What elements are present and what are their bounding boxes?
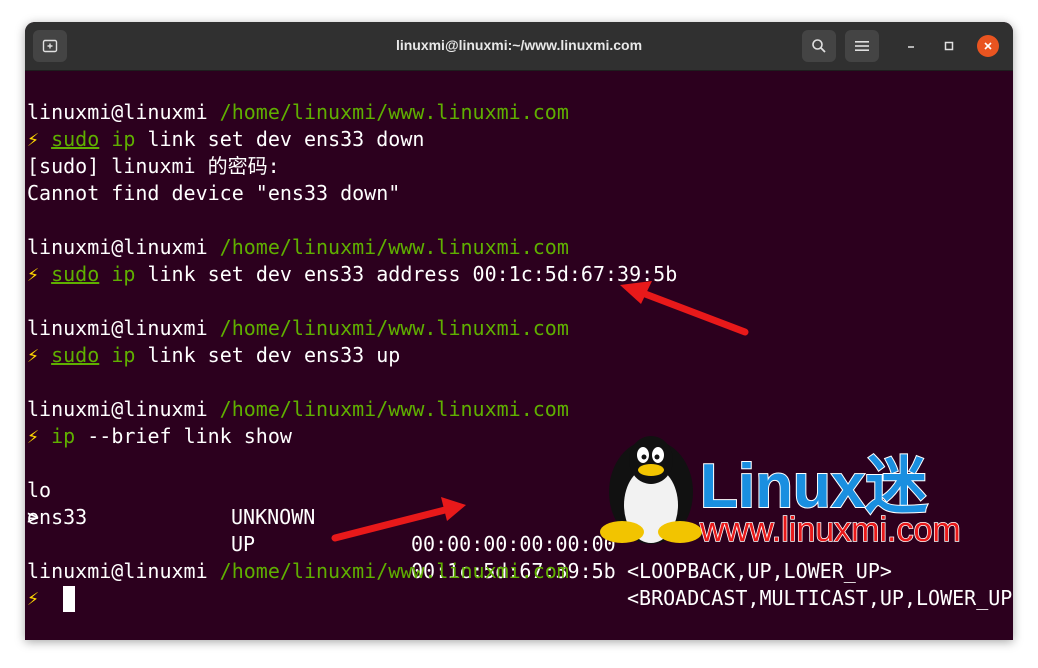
prompt-line: linuxmi@linuxmi /home/linuxmi/www.linuxm… <box>27 99 569 126</box>
lightning-icon: ⚡ <box>27 127 40 151</box>
close-icon <box>984 42 992 50</box>
text-cursor <box>63 586 75 612</box>
command-line: ⚡ sudo ip link set dev ens33 down <box>27 126 424 153</box>
minimize-button[interactable] <box>900 35 922 57</box>
prompt-path: /home/linuxmi/www.linuxmi.com <box>219 397 569 421</box>
command-line: ⚡ sudo ip link set dev ens33 up <box>27 342 400 369</box>
command-line: ⚡ ip --brief link show <box>27 423 292 450</box>
prompt-path: /home/linuxmi/www.linuxmi.com <box>219 559 569 583</box>
title-bar: linuxmi@linuxmi:~/www.linuxmi.com <box>25 22 1013 71</box>
sudo-keyword: sudo <box>51 127 100 151</box>
lightning-icon: ⚡ <box>27 424 40 448</box>
prompt-user: linuxmi@linuxmi <box>27 100 208 124</box>
command-line: ⚡ sudo ip link set dev ens33 address 00:… <box>27 261 677 288</box>
ip-keyword: ip <box>51 424 76 448</box>
command-args: --brief link show <box>87 424 292 448</box>
prompt-line: linuxmi@linuxmi /home/linuxmi/www.linuxm… <box>27 558 569 585</box>
prompt-user: linuxmi@linuxmi <box>27 397 208 421</box>
iface-flags: <LOOPBACK,UP,LOWER_UP> <box>627 559 892 583</box>
lightning-icon: ⚡ <box>27 343 40 367</box>
ip-keyword: ip <box>111 262 136 286</box>
prompt-user: linuxmi@linuxmi <box>27 559 208 583</box>
maximize-icon <box>944 41 954 51</box>
terminal-window: linuxmi@linuxmi:~/www.linuxmi.com linuxm… <box>25 22 1013 640</box>
prompt-path: /home/linuxmi/www.linuxmi.com <box>219 316 569 340</box>
command-args: link set dev ens33 down <box>147 127 425 151</box>
minimize-icon <box>908 46 914 48</box>
prompt-user: linuxmi@linuxmi <box>27 316 208 340</box>
terminal-output[interactable]: linuxmi@linuxmi /home/linuxmi/www.linuxm… <box>25 71 1013 640</box>
output-line: Cannot find device "ens33 down" <box>27 181 401 205</box>
ip-keyword: ip <box>111 343 136 367</box>
prompt-line: linuxmi@linuxmi /home/linuxmi/www.linuxm… <box>27 315 569 342</box>
table-row: lo UNKNOWN 00:00:00:00:00:00 <LOOPBACK,U… <box>27 450 1013 583</box>
iface-state: UNKNOWN <box>231 505 316 529</box>
prompt-user: linuxmi@linuxmi <box>27 235 208 259</box>
prompt-path: /home/linuxmi/www.linuxmi.com <box>219 235 569 259</box>
close-button[interactable] <box>977 35 999 57</box>
output-line: [sudo] linuxmi 的密码: <box>27 154 280 178</box>
maximize-button[interactable] <box>938 35 960 57</box>
iface-flags: <BROADCAST,MULTICAST,UP,LOWER_UP <box>627 586 1013 610</box>
search-icon <box>812 39 826 53</box>
command-args: link set dev ens33 up <box>147 343 401 367</box>
search-button[interactable] <box>802 30 836 62</box>
iface-state: UP <box>231 532 256 556</box>
lightning-icon: ⚡ <box>27 586 40 610</box>
command-args: link set dev ens33 address 00:1c:5d:67:3… <box>147 262 678 286</box>
prompt-line: linuxmi@linuxmi /home/linuxmi/www.linuxm… <box>27 396 569 423</box>
sudo-keyword: sudo <box>51 343 100 367</box>
ip-keyword: ip <box>111 127 136 151</box>
command-line: ⚡ <box>27 585 39 612</box>
sudo-keyword: sudo <box>51 262 100 286</box>
output-line: > <box>27 505 40 529</box>
menu-icon <box>855 41 869 51</box>
iface-mac: 00:00:00:00:00:00 <box>411 532 616 556</box>
prompt-path: /home/linuxmi/www.linuxmi.com <box>219 100 569 124</box>
prompt-line: linuxmi@linuxmi /home/linuxmi/www.linuxm… <box>27 234 569 261</box>
table-row: ens33 UP 00:1c:5d:67:39:5b <BROADCAST,MU… <box>27 477 1013 610</box>
menu-button[interactable] <box>845 30 879 62</box>
lightning-icon: ⚡ <box>27 262 40 286</box>
